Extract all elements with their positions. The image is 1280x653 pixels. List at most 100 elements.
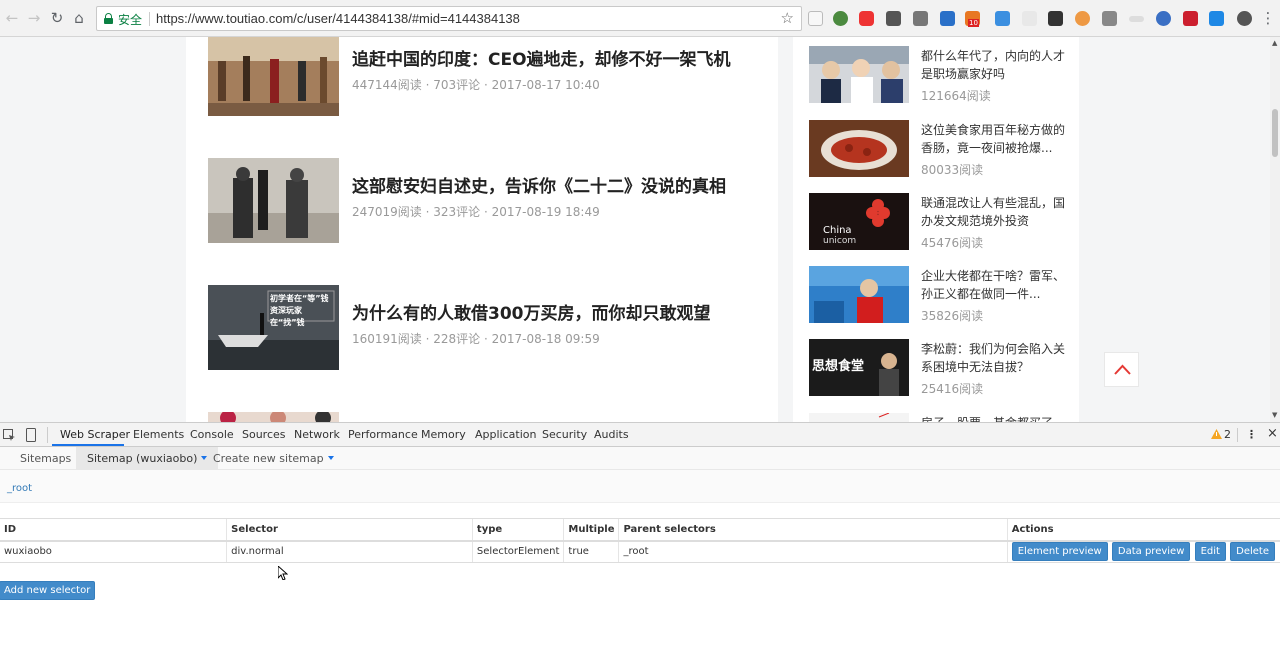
address-separator <box>149 12 150 26</box>
column-header-actions: Actions <box>1006 518 1280 542</box>
inspect-element-icon[interactable] <box>3 429 16 442</box>
blank-extension-icon[interactable] <box>1022 11 1037 26</box>
sidebar-title[interactable]: 都什么年代了，内向的人才是职场赢家好吗 <box>921 47 1066 83</box>
create-sitemap-label: Create new sitemap <box>213 452 324 465</box>
clipboard-extension-icon[interactable] <box>995 11 1010 26</box>
green-circle-extension-icon[interactable] <box>833 11 848 26</box>
sidebar-title[interactable]: 房子、股票、基金都买了，为... <box>921 414 1066 422</box>
article-thumbnail[interactable] <box>208 37 339 116</box>
bar-extension-icon[interactable] <box>1129 16 1144 22</box>
tab-audits[interactable]: Audits <box>594 428 629 441</box>
article-thumbnail[interactable] <box>208 412 339 422</box>
article-thumbnail[interactable]: 初学者在“等”钱 资深玩家在“找”钱 <box>208 285 339 370</box>
tab-sources[interactable]: Sources <box>242 428 286 441</box>
sidebar-item[interactable]: 这位美食家用百年秘方做的香肠，竟一夜间被抢爆... 80033阅读 <box>809 120 1069 177</box>
sidebar-title[interactable]: 企业大佬都在干啥？雷军、孙正义都在做同一件... <box>921 267 1066 303</box>
tab-application[interactable]: Application <box>475 428 536 441</box>
caret-down-icon <box>327 456 334 460</box>
warning-icon[interactable] <box>1211 429 1222 439</box>
thumbnail-caption: 初学者在“等”钱 资深玩家在“找”钱 <box>270 294 329 327</box>
sidebar-title[interactable]: 联通混改让人有些混乱，国办发文规范境外投资 <box>921 194 1066 230</box>
scroll-up-arrow-icon[interactable]: ▲ <box>1272 39 1277 47</box>
address-bar[interactable]: 安全 https://www.toutiao.com/c/user/414438… <box>96 6 802 31</box>
article-title[interactable]: 为什么有的人敢借300万买房，而你却只敢观望 <box>352 299 711 324</box>
sidebar-item[interactable]: China unicom 联通混改让人有些混乱，国办发文规范境外投资 45476阅… <box>809 193 1069 250</box>
article-title[interactable]: 这部慰安妇自述史，告诉你《二十二》没说的真相 <box>352 172 726 197</box>
back-arrow-icon[interactable]: ← <box>4 10 20 26</box>
tab-performance[interactable]: Performance <box>348 428 418 441</box>
tab-network[interactable]: Network <box>294 428 340 441</box>
s-extension-icon[interactable] <box>940 11 955 26</box>
box-extension-icon[interactable] <box>913 11 928 26</box>
globe-extension-icon[interactable] <box>1156 11 1171 26</box>
p-extension-icon[interactable] <box>1209 11 1224 26</box>
scroll-down-arrow-icon[interactable]: ▼ <box>1272 411 1277 419</box>
add-new-selector-button[interactable]: Add new selector <box>0 581 96 600</box>
cell-id: wuxiaobo <box>0 540 227 563</box>
devtools-menu-icon[interactable]: ⋮ <box>1246 428 1257 441</box>
page-scrollbar[interactable]: ▲ ▼ <box>1270 37 1280 422</box>
sidebar-item[interactable]: 思想食堂 李松蔚：我们为何会陷入关系困境中无法自拔？ 25416阅读 <box>809 339 1069 396</box>
active-tab-indicator <box>52 444 124 446</box>
article-item[interactable]: 这部慰安妇自述史，告诉你《二十二》没说的真相 247019阅读 · 323评论 … <box>208 158 768 244</box>
device-toolbar-icon[interactable] <box>25 428 37 442</box>
scrollbar-thumb[interactable] <box>1272 109 1278 157</box>
warning-count[interactable]: 2 <box>1224 428 1231 441</box>
article-thumbnail[interactable] <box>208 158 339 243</box>
forward-arrow-icon[interactable]: → <box>26 10 42 26</box>
red-plus-extension-icon[interactable] <box>859 11 874 26</box>
nav-current-sitemap[interactable]: Sitemap (wuxiaobo) <box>76 447 219 470</box>
pocket-extension-icon[interactable] <box>1048 11 1063 26</box>
badge-extension-icon[interactable]: 10 <box>965 11 980 27</box>
element-preview-button[interactable]: Element preview <box>1011 542 1108 562</box>
shield-extension-icon[interactable] <box>808 11 823 26</box>
menu-dots-icon[interactable]: ⋮ <box>1260 10 1276 26</box>
bookmark-star-icon[interactable]: ☆ <box>781 9 794 27</box>
sidebar-reads: 80033阅读 <box>921 163 984 177</box>
camera-extension-icon[interactable] <box>1102 11 1117 26</box>
column-header-multiple: Multiple <box>563 518 619 542</box>
tab-console[interactable]: Console <box>190 428 234 441</box>
back-to-top-button[interactable] <box>1104 352 1139 387</box>
sidebar-thumbnail[interactable] <box>809 120 909 177</box>
sidebar-thumbnail[interactable] <box>809 413 909 422</box>
tab-elements[interactable]: Elements <box>133 428 184 441</box>
article-item[interactable]: 追赶中国的印度：CEO遍地走，却修不好一架飞机 447144阅读 · 703评论… <box>208 37 768 117</box>
video-extension-icon[interactable] <box>1183 11 1198 26</box>
table-row[interactable]: wuxiaobo div.normal SelectorElement true… <box>0 540 1280 563</box>
nav-sitemaps[interactable]: Sitemaps <box>9 447 82 470</box>
data-preview-button[interactable]: Data preview <box>1111 542 1191 562</box>
article-item[interactable] <box>208 412 768 422</box>
breadcrumb-root[interactable]: _root <box>7 483 32 494</box>
sidebar-thumbnail[interactable] <box>809 266 909 323</box>
sidebar-item[interactable]: 房子、股票、基金都买了，为... <box>809 413 1069 422</box>
home-icon[interactable]: ⌂ <box>71 10 87 26</box>
browser-toolbar: ← → ↻ ⌂ 安全 https://www.toutiao.com/c/use… <box>0 0 1280 37</box>
devtools-panel: Web Scraper Elements Console Sources Net… <box>0 422 1280 653</box>
cell-parent: _root <box>618 540 1008 563</box>
url-text[interactable]: https://www.toutiao.com/c/user/414438413… <box>156 11 520 26</box>
sidebar-thumbnail[interactable] <box>809 46 909 103</box>
tab-web-scraper[interactable]: Web Scraper <box>60 428 130 441</box>
close-devtools-icon[interactable]: × <box>1267 426 1278 441</box>
gear-extension-icon[interactable] <box>1237 11 1252 26</box>
sidebar-reads: 121664阅读 <box>921 89 991 103</box>
sidebar-thumbnail[interactable]: China unicom <box>809 193 909 250</box>
article-item[interactable]: 初学者在“等”钱 资深玩家在“找”钱 为什么有的人敢借300万买房，而你却只敢观… <box>208 285 768 371</box>
sidebar-item[interactable]: 企业大佬都在干啥？雷军、孙正义都在做同一件... 35826阅读 <box>809 266 1069 323</box>
article-title[interactable]: 追赶中国的印度：CEO遍地走，却修不好一架飞机 <box>352 45 731 70</box>
nav-create-sitemap[interactable]: Create new sitemap <box>202 447 345 470</box>
tab-memory[interactable]: Memory <box>421 428 466 441</box>
sidebar-item[interactable]: 都什么年代了，内向的人才是职场赢家好吗 121664阅读 <box>809 46 1069 103</box>
hand-extension-icon[interactable] <box>886 11 901 26</box>
color-extension-icon[interactable] <box>1075 11 1090 26</box>
sidebar-title[interactable]: 这位美食家用百年秘方做的香肠，竟一夜间被抢爆... <box>921 121 1066 157</box>
reload-icon[interactable]: ↻ <box>49 10 65 26</box>
page-viewport: 追赶中国的印度：CEO遍地走，却修不好一架飞机 447144阅读 · 703评论… <box>0 37 1280 422</box>
edit-button[interactable]: Edit <box>1194 542 1226 562</box>
delete-button[interactable]: Delete <box>1230 542 1275 562</box>
tab-security[interactable]: Security <box>542 428 587 441</box>
sidebar-thumbnail[interactable]: 思想食堂 <box>809 339 909 396</box>
sidebar-title[interactable]: 李松蔚：我们为何会陷入关系困境中无法自拔？ <box>921 340 1066 376</box>
sidebar-reads: 25416阅读 <box>921 382 984 396</box>
